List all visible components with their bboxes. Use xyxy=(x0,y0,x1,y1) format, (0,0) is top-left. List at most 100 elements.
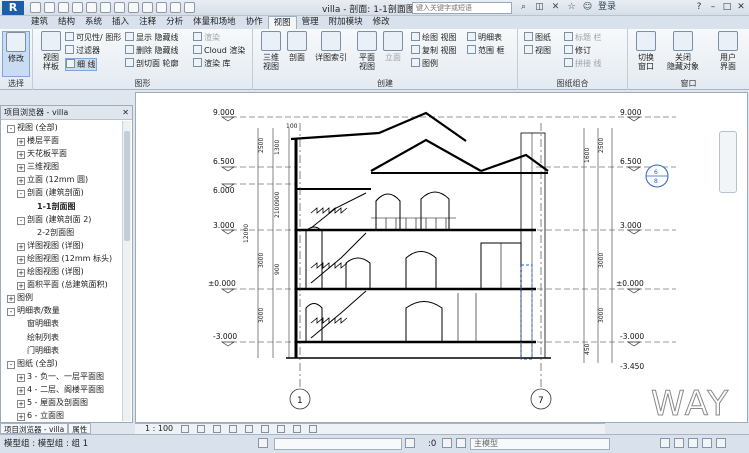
visual-style-icon[interactable] xyxy=(197,425,206,433)
subscription-icon[interactable]: ◫ xyxy=(534,2,545,13)
expand-icon[interactable]: + xyxy=(7,295,15,304)
maximize-icon[interactable]: □ xyxy=(721,1,733,13)
filter-icon[interactable] xyxy=(456,438,466,448)
expand-icon[interactable]: + xyxy=(17,242,25,251)
plan-view-button[interactable]: 平面 视图 xyxy=(353,31,381,71)
select-underlay-icon[interactable] xyxy=(674,438,684,448)
login-link[interactable]: 登录 xyxy=(598,2,616,13)
title-block-button[interactable]: 标题 栏 xyxy=(564,32,602,43)
workset-combo[interactable] xyxy=(274,438,402,450)
expand-icon[interactable]: + xyxy=(17,164,25,173)
remove-hidden-lines-button[interactable]: 删除 隐藏线 xyxy=(125,45,179,56)
grid-bubble-1[interactable]: 1 xyxy=(289,388,311,410)
expand-icon[interactable]: + xyxy=(17,399,25,408)
expand-icon[interactable]: + xyxy=(17,386,25,395)
expand-icon[interactable]: + xyxy=(17,282,25,291)
scope-box-button[interactable]: 范围 框 xyxy=(467,45,505,56)
open-icon[interactable] xyxy=(30,2,41,13)
drag-elements-icon[interactable] xyxy=(702,438,712,448)
matchline-button[interactable]: 拼接 线 xyxy=(564,58,602,69)
tree-item[interactable]: 1-1剖面图 xyxy=(1,200,123,213)
duplicate-view-button[interactable]: 复制 视图 xyxy=(411,45,457,56)
expand-icon[interactable]: + xyxy=(17,138,25,147)
tab-massing-site[interactable]: 体量和场地 xyxy=(188,16,241,29)
tab-analyze[interactable]: 分析 xyxy=(161,16,188,29)
drawing-canvas[interactable]: 9.000 6.500 6.000 3.000 ±0.000 -3.000 9.… xyxy=(135,92,748,423)
collapse-icon[interactable]: - xyxy=(7,360,15,369)
legends-button[interactable]: 图例 xyxy=(411,58,438,69)
tree-item[interactable]: +3 - 负一、一层平面图 xyxy=(1,370,123,383)
tree-item[interactable]: 绘制列表 xyxy=(1,331,123,344)
navigation-bar[interactable] xyxy=(719,131,737,193)
user-interface-button[interactable]: 用户 界面 xyxy=(714,31,742,71)
selected-element[interactable] xyxy=(520,264,533,360)
section-icon[interactable] xyxy=(156,2,167,13)
tree-item[interactable]: - 图纸 (全部) xyxy=(1,357,123,370)
tree-item[interactable]: +6 - 立面图 xyxy=(1,409,123,421)
cut-profile-button[interactable]: 剖切面 轮廓 xyxy=(125,58,179,69)
tab-architecture[interactable]: 建筑 xyxy=(26,16,53,29)
collapse-icon[interactable]: - xyxy=(7,308,15,317)
tree-item[interactable]: +5 - 屋面及剖面图 xyxy=(1,396,123,409)
schedules-button[interactable]: 明细表 xyxy=(467,32,502,43)
exchange-icon[interactable]: ✕ xyxy=(550,2,561,13)
reveal-hidden-icon[interactable] xyxy=(293,425,302,433)
expand-icon[interactable]: + xyxy=(17,177,25,186)
tree-item[interactable]: 门明细表 xyxy=(1,344,123,357)
help-icon[interactable]: ? xyxy=(693,1,705,13)
visibility-graphics-button[interactable]: 可见性/ 图形 xyxy=(65,32,121,43)
crop-view-icon[interactable] xyxy=(245,425,254,433)
show-crop-icon[interactable] xyxy=(261,425,270,433)
thin-lines-button[interactable]: 细 线 xyxy=(65,58,97,71)
tree-item[interactable]: + 面积平面 (总建筑面积) xyxy=(1,278,123,291)
collapse-icon[interactable]: - xyxy=(7,125,15,133)
save-icon[interactable] xyxy=(44,2,55,13)
tab-collaborate[interactable]: 协作 xyxy=(241,16,268,29)
tab-properties[interactable]: 属性 xyxy=(68,423,92,434)
3d-view-icon[interactable] xyxy=(142,2,153,13)
select-links-icon[interactable] xyxy=(660,438,670,448)
user-icon[interactable]: ☺ xyxy=(582,2,593,13)
design-options-icon[interactable] xyxy=(442,438,452,448)
tree-item[interactable]: - 剖面 (建筑剖面) xyxy=(1,186,123,199)
grid-bubble-7[interactable]: 7 xyxy=(530,388,552,410)
expand-icon[interactable]: + xyxy=(17,373,25,382)
show-hidden-lines-button[interactable]: 显示 隐藏线 xyxy=(125,32,179,43)
tree-item[interactable]: + 详图视图 (详图) xyxy=(1,239,123,252)
select-pinned-icon[interactable] xyxy=(688,438,698,448)
tree-item[interactable]: + 三维视图 xyxy=(1,160,123,173)
tree-item[interactable]: - 明细表/数量 xyxy=(1,304,123,317)
close-hidden-icon[interactable] xyxy=(184,2,195,13)
tree-item[interactable]: + 绘图视图 (详图) xyxy=(1,265,123,278)
close-hidden-button[interactable]: 关闭 隐藏对象 xyxy=(664,31,702,71)
filters-button[interactable]: 过滤器 xyxy=(65,45,100,56)
collapse-icon[interactable]: - xyxy=(17,216,25,225)
shadows-icon[interactable] xyxy=(229,425,238,433)
tree-item[interactable]: + 立面 (12mm 圆) xyxy=(1,173,123,186)
close-icon[interactable]: ✕ xyxy=(735,1,747,13)
tree-item[interactable]: +4 - 二层、阁楼平面图 xyxy=(1,383,123,396)
undo-icon[interactable] xyxy=(72,2,83,13)
tab-project-browser[interactable]: 项目浏览器 - villa xyxy=(0,423,69,434)
tree-item[interactable]: - 视图 (全部) xyxy=(1,121,123,134)
analytical-model-icon[interactable] xyxy=(309,425,318,433)
collapse-icon[interactable]: - xyxy=(17,190,25,199)
tree-item[interactable]: + 图例 xyxy=(1,291,123,304)
minimize-icon[interactable]: – xyxy=(707,1,719,13)
editable-only-icon[interactable] xyxy=(405,438,415,448)
cloud-render-button[interactable]: Cloud 渲染 xyxy=(193,45,245,56)
scrollbar-thumb[interactable] xyxy=(124,131,130,241)
callout-marker[interactable]: 6 8 xyxy=(645,164,669,188)
drafting-view-button[interactable]: 绘图 视图 xyxy=(411,32,457,43)
render-button[interactable]: 渲染 xyxy=(193,32,220,43)
sun-path-icon[interactable] xyxy=(213,425,222,433)
render-gallery-button[interactable]: 渲染 库 xyxy=(193,58,231,69)
tab-systems[interactable]: 系统 xyxy=(80,16,107,29)
measure-icon[interactable] xyxy=(114,2,125,13)
design-option-combo[interactable]: 主模型 xyxy=(470,438,610,450)
tab-view[interactable]: 视图 xyxy=(267,16,297,29)
tab-insert[interactable]: 插入 xyxy=(107,16,134,29)
place-view-button[interactable]: 视图 xyxy=(524,45,551,56)
tree-item[interactable]: - 剖面 (建筑剖面 2) xyxy=(1,213,123,226)
temporary-hide-icon[interactable] xyxy=(277,425,286,433)
